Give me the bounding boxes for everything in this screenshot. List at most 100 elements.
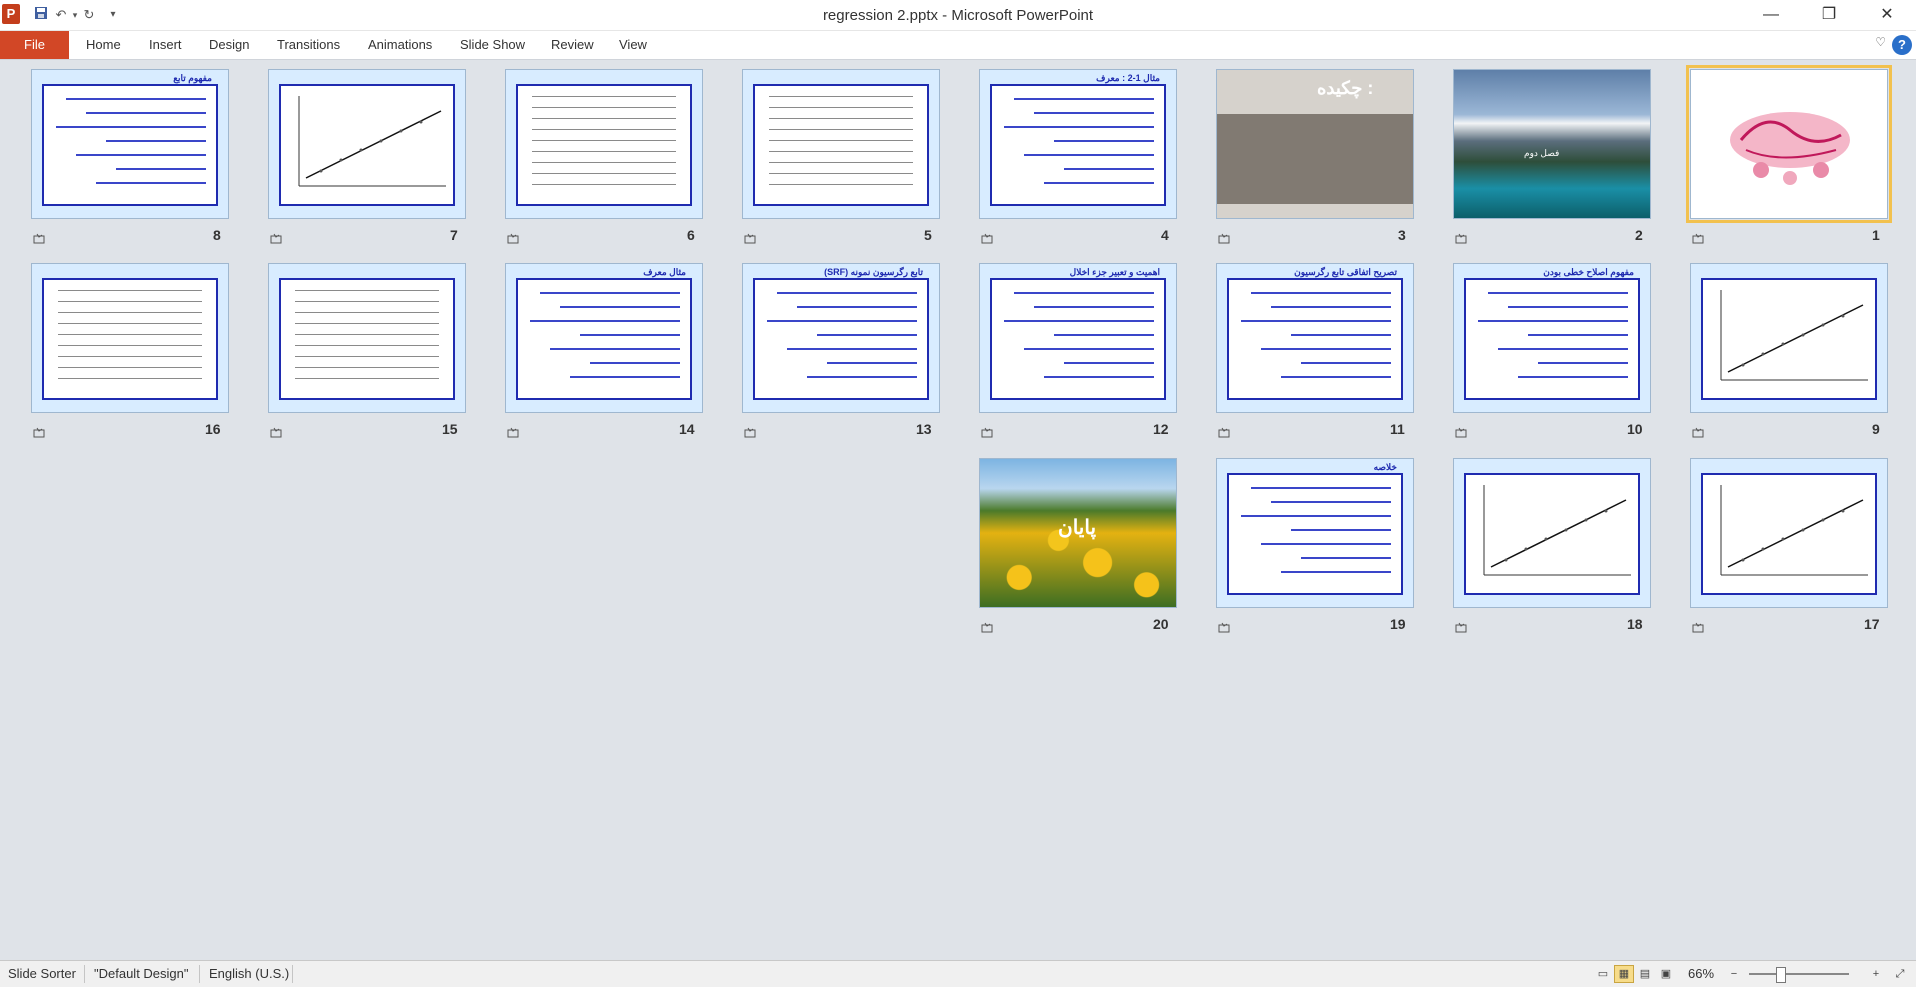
file-tab[interactable]: File <box>0 31 69 59</box>
slide-preview[interactable] <box>268 69 466 219</box>
zoom-level[interactable]: 66% <box>1688 966 1714 981</box>
minimize-button[interactable]: — <box>1748 0 1794 30</box>
zoom-slider-thumb[interactable] <box>1776 967 1786 983</box>
slide-thumbnail-1[interactable]: 1 <box>1686 65 1892 249</box>
powerpoint-logo-icon[interactable]: P <box>2 4 20 24</box>
normal-view-icon[interactable]: ▭ <box>1593 965 1613 983</box>
transition-star-icon[interactable] <box>1455 233 1468 244</box>
slide-preview[interactable]: پایان <box>979 458 1177 608</box>
reading-view-icon[interactable]: ▤ <box>1635 965 1655 983</box>
slide-preview[interactable] <box>1690 263 1888 413</box>
slide-preview[interactable]: مفهوم اصلاح خطی بودن <box>1453 263 1651 413</box>
text-line <box>777 292 917 294</box>
tab-transitions[interactable]: Transitions <box>277 31 340 59</box>
slide-preview[interactable] <box>742 69 940 219</box>
transition-star-icon[interactable] <box>33 427 46 438</box>
slide-preview[interactable]: اهمیت و تعبیر جزء اخلال <box>979 263 1177 413</box>
slide-preview[interactable] <box>505 69 703 219</box>
slide-preview[interactable]: خلاصه <box>1216 458 1414 608</box>
slide-number: 17 <box>1864 616 1880 632</box>
slide-thumbnail-17[interactable]: 17 <box>1690 458 1888 638</box>
language[interactable]: English (U.S.) <box>209 966 289 981</box>
slide-thumbnail-19[interactable]: خلاصه 19 <box>1216 458 1414 638</box>
slide-preview[interactable] <box>31 263 229 413</box>
slide-preview[interactable]: مثال معرف <box>505 263 703 413</box>
slide-preview[interactable] <box>268 263 466 413</box>
slide-thumbnail-3[interactable]: چکیده : 3 <box>1216 69 1414 249</box>
slide-thumbnail-11[interactable]: تصریح اتفاقی تابع رگرسیون 11 <box>1216 263 1414 443</box>
tab-home[interactable]: Home <box>86 31 121 59</box>
transition-star-icon[interactable] <box>1455 427 1468 438</box>
slide-thumbnail-7[interactable]: 7 <box>268 69 466 249</box>
slide-show-view-icon[interactable]: ▣ <box>1656 965 1676 983</box>
slide-preview[interactable] <box>1686 65 1892 223</box>
transition-star-icon[interactable] <box>1455 622 1468 633</box>
slide-preview[interactable] <box>1453 458 1651 608</box>
customize-icon[interactable]: ▾ <box>104 6 122 24</box>
restore-button[interactable]: ❐ <box>1806 0 1852 30</box>
transition-star-icon[interactable] <box>744 427 757 438</box>
transition-star-icon[interactable] <box>270 233 283 244</box>
transition-star-icon[interactable] <box>1218 622 1231 633</box>
text-line <box>1291 334 1391 336</box>
slide-thumbnail-15[interactable]: 15 <box>268 263 466 443</box>
redo-icon[interactable]: ↻ <box>80 6 98 24</box>
text-line <box>1538 362 1628 364</box>
slide-preview[interactable]: تابع رگرسیون نمونه (SRF) <box>742 263 940 413</box>
table-row-line <box>769 184 913 185</box>
slide-thumbnail-18[interactable]: 18 <box>1453 458 1651 638</box>
transition-star-icon[interactable] <box>981 233 994 244</box>
tab-review[interactable]: Review <box>551 31 594 59</box>
slide-thumbnail-14[interactable]: مثال معرف 14 <box>505 263 703 443</box>
zoom-in-icon[interactable]: + <box>1866 965 1886 983</box>
view-name: Slide Sorter <box>8 966 76 981</box>
slide-title: تصریح اتفاقی تابع رگرسیون <box>1294 267 1397 277</box>
tab-insert[interactable]: Insert <box>149 31 182 59</box>
help-icon[interactable]: ? <box>1892 35 1912 55</box>
transition-star-icon[interactable] <box>981 622 994 633</box>
slide-thumbnail-4[interactable]: مثال 1-2 : معرف 4 <box>979 69 1177 249</box>
slide-preview[interactable]: چکیده : <box>1216 69 1414 219</box>
close-button[interactable]: ✕ <box>1864 0 1910 30</box>
transition-star-icon[interactable] <box>1218 427 1231 438</box>
slide-number: 5 <box>924 227 932 243</box>
transition-star-icon[interactable] <box>1692 427 1705 438</box>
tab-design[interactable]: Design <box>209 31 249 59</box>
slide-thumbnail-8[interactable]: مفهوم تابع 8 <box>31 69 229 249</box>
slide-preview[interactable]: تصریح اتفاقی تابع رگرسیون <box>1216 263 1414 413</box>
transition-star-icon[interactable] <box>270 427 283 438</box>
tab-view[interactable]: View <box>619 31 647 59</box>
slide-preview[interactable]: فصل دوم <box>1453 69 1651 219</box>
transition-star-icon[interactable] <box>507 233 520 244</box>
slide-thumbnail-2[interactable]: فصل دوم 2 <box>1453 69 1651 249</box>
tab-animations[interactable]: Animations <box>368 31 432 59</box>
zoom-slider[interactable] <box>1749 973 1849 975</box>
transition-star-icon[interactable] <box>1692 233 1705 244</box>
slide-thumbnail-12[interactable]: اهمیت و تعبیر جزء اخلال 12 <box>979 263 1177 443</box>
transition-star-icon[interactable] <box>744 233 757 244</box>
transition-star-icon[interactable] <box>981 427 994 438</box>
zoom-out-icon[interactable]: − <box>1724 965 1744 983</box>
transition-star-icon[interactable] <box>507 427 520 438</box>
transition-star-icon[interactable] <box>33 233 46 244</box>
slide-thumbnail-20[interactable]: پایان 20 <box>979 458 1177 638</box>
slide-preview[interactable]: مفهوم تابع <box>31 69 229 219</box>
theme-name[interactable]: "Default Design" <box>94 966 189 981</box>
slide-thumbnail-16[interactable]: 16 <box>31 263 229 443</box>
slide-sorter-view-icon[interactable]: ▦ <box>1614 965 1634 983</box>
transition-star-icon[interactable] <box>1218 233 1231 244</box>
ribbon-minimize-icon[interactable]: ♡ <box>1875 35 1886 49</box>
slide-number: 18 <box>1627 616 1643 632</box>
slide-preview[interactable] <box>1690 458 1888 608</box>
slide-thumbnail-10[interactable]: مفهوم اصلاح خطی بودن 10 <box>1453 263 1651 443</box>
transition-star-icon[interactable] <box>1692 622 1705 633</box>
slide-thumbnail-6[interactable]: 6 <box>505 69 703 249</box>
fit-to-window-icon[interactable]: ⤢ <box>1890 965 1910 983</box>
slide-thumbnail-5[interactable]: 5 <box>742 69 940 249</box>
tab-slide-show[interactable]: Slide Show <box>460 31 525 59</box>
slide-thumbnail-13[interactable]: تابع رگرسیون نمونه (SRF) 13 <box>742 263 940 443</box>
slide-thumbnail-9[interactable]: 9 <box>1690 263 1888 443</box>
slide-number: 6 <box>687 227 695 243</box>
slide-preview[interactable]: مثال 1-2 : معرف <box>979 69 1177 219</box>
save-icon[interactable] <box>32 6 50 24</box>
